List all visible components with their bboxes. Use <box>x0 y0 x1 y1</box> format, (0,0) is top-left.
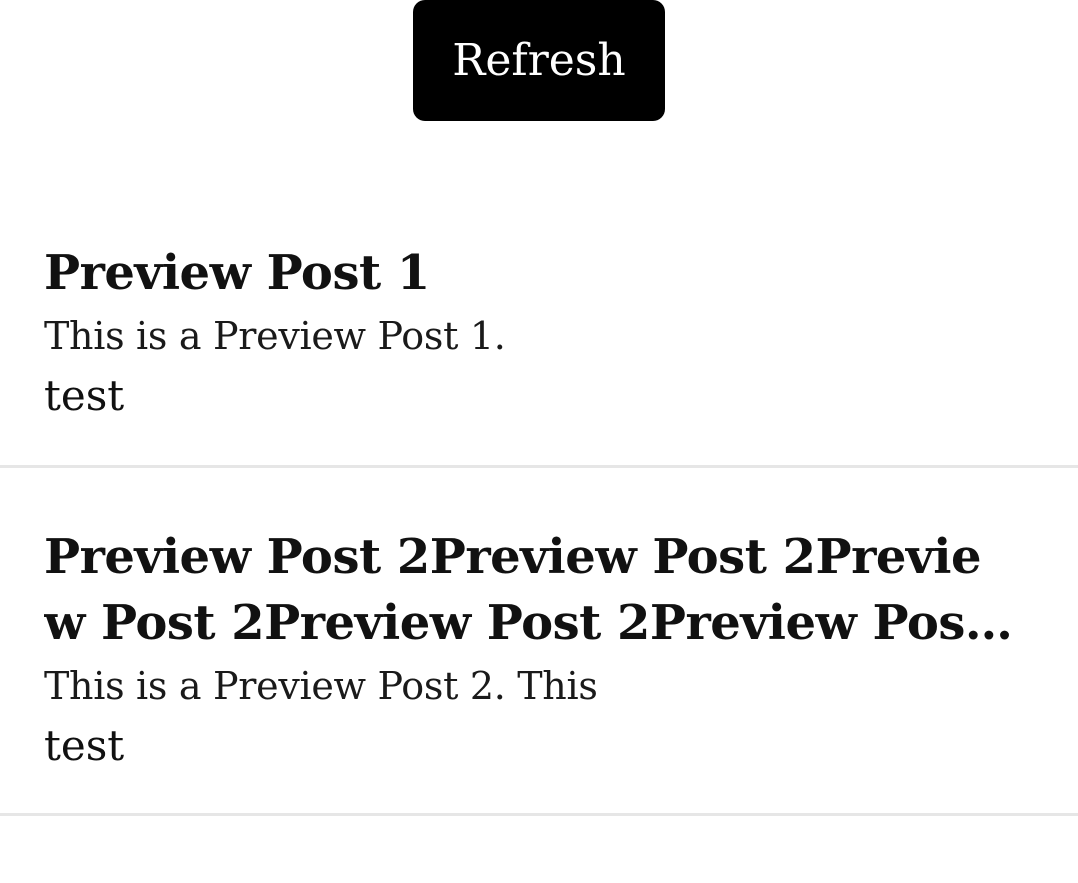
post-title: Preview Post 2Preview Post 2Preview Post… <box>44 529 987 651</box>
post-list: Preview Post 1 This is a Preview Post 1.… <box>0 186 1078 816</box>
post-tag: test <box>44 721 125 770</box>
page: Refresh Preview Post 1 This is a Preview… <box>0 0 1078 883</box>
post-tag: test <box>44 371 125 420</box>
post-excerpt: This is a Preview Post 1. <box>44 314 506 358</box>
list-item[interactable]: Preview Post 1 This is a Preview Post 1.… <box>0 186 1078 468</box>
list-item[interactable]: Preview Post 2Preview Post 2Preview Post… <box>0 468 1078 816</box>
post-excerpt: This is a Preview Post 2. This <box>44 664 598 708</box>
refresh-button[interactable]: Refresh <box>413 0 665 121</box>
post-title: Preview Post 1 <box>44 245 430 301</box>
